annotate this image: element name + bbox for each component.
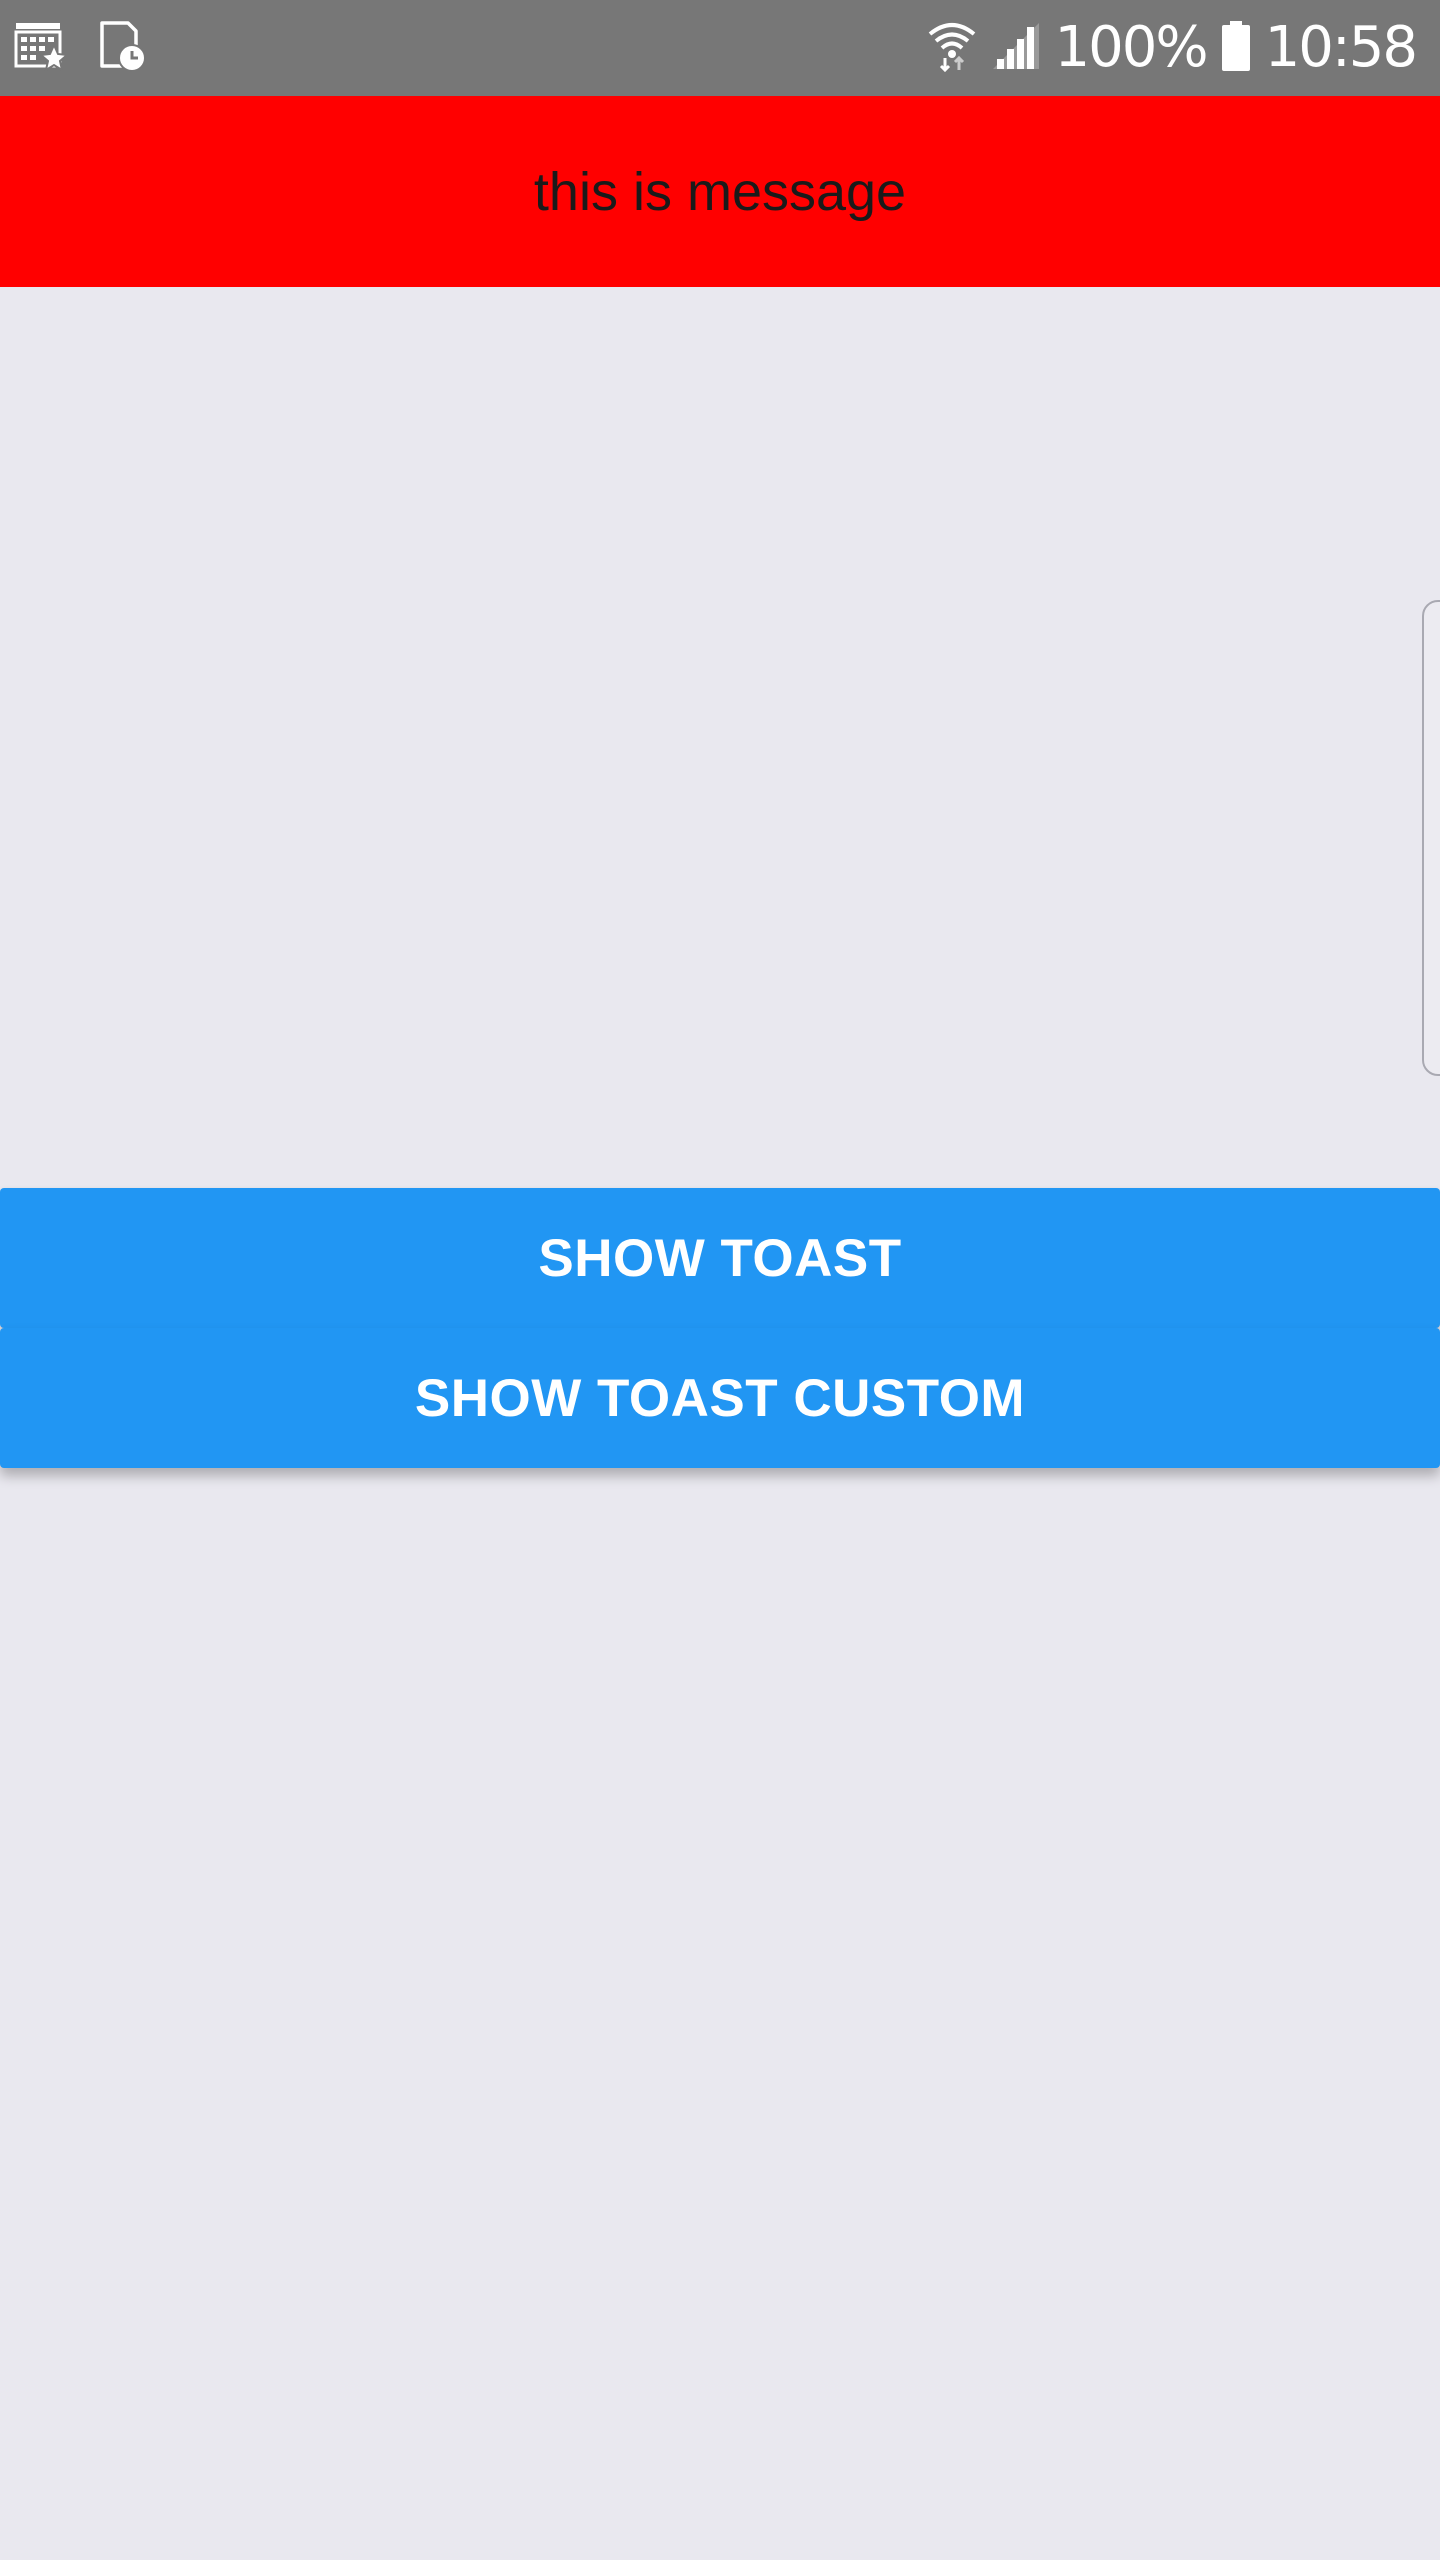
calendar-star-icon: [14, 21, 70, 76]
show-toast-custom-button[interactable]: SHOW TOAST CUSTOM: [0, 1328, 1440, 1468]
status-bar: 100% 10:58: [0, 0, 1440, 96]
toast-banner: this is message: [0, 96, 1440, 287]
status-left-icons: [14, 20, 148, 76]
edge-panel-handle[interactable]: [1422, 600, 1440, 1076]
signal-icon: [991, 21, 1041, 76]
show-toast-button[interactable]: SHOW TOAST: [0, 1188, 1440, 1328]
battery-percent: 100%: [1054, 15, 1209, 80]
sim-clock-icon: [98, 20, 148, 77]
clock: 10:58: [1264, 15, 1418, 80]
wifi-icon: [927, 20, 977, 77]
toast-message: this is message: [533, 161, 907, 222]
status-right-icons: 100% 10:58: [927, 14, 1418, 82]
battery-icon: [1221, 20, 1251, 77]
